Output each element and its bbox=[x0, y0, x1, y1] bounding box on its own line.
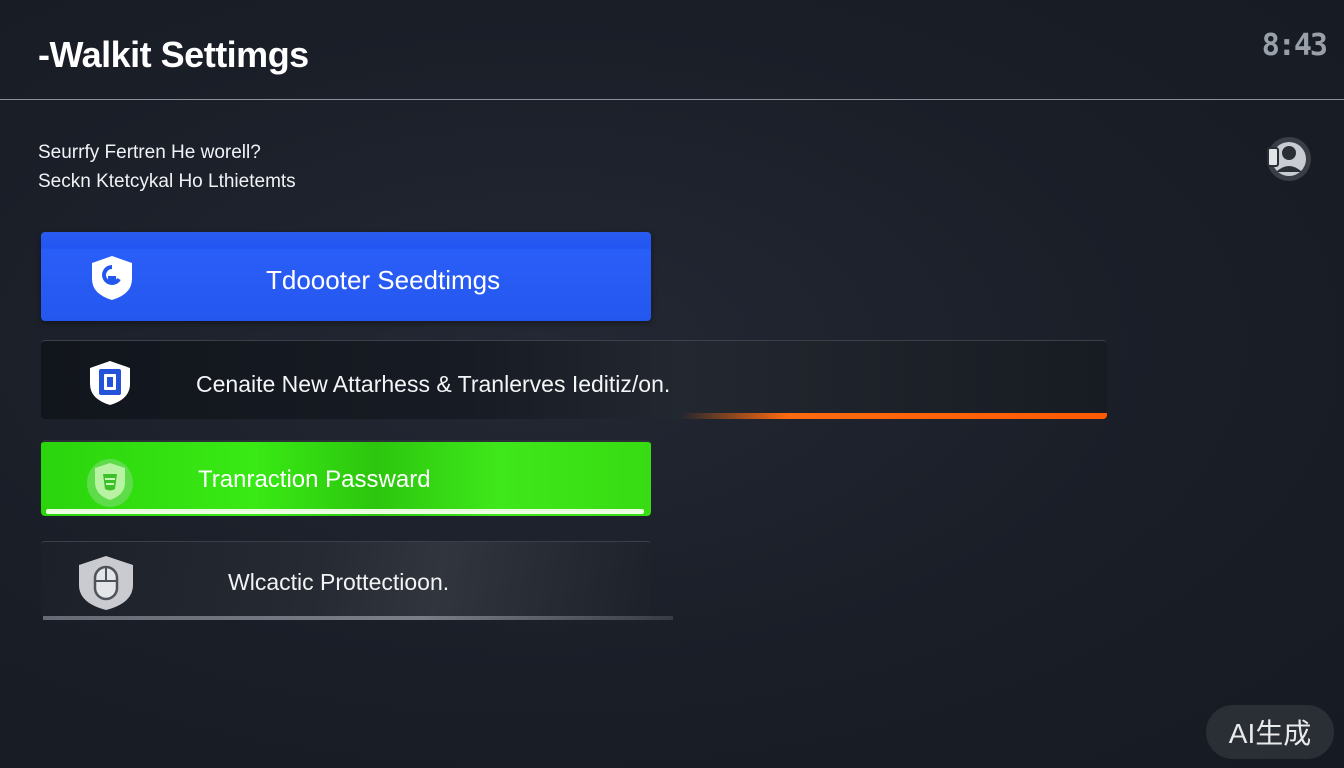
shield-lock-icon bbox=[87, 359, 133, 407]
option-wallet-protection[interactable]: Wlcactic Prottectioon. bbox=[41, 541, 651, 617]
shield-icon bbox=[89, 254, 135, 302]
option-tdoooter-settings[interactable]: Tdoooter Seedtimgs bbox=[41, 232, 651, 321]
page-title: -Walkit Settimgs bbox=[38, 34, 309, 75]
divider bbox=[43, 616, 673, 620]
ai-generated-badge: AI生成 bbox=[1206, 705, 1334, 759]
option-transaction-password[interactable]: Tranraction Passward bbox=[41, 440, 651, 516]
option-create-new-address[interactable]: Cenaite New Attarhess & Tranlerves Iedit… bbox=[41, 340, 1107, 419]
accent-underline bbox=[46, 509, 644, 514]
green-shield-icon bbox=[85, 455, 135, 509]
header: -Walkit Settimgs 8:43 bbox=[0, 0, 1344, 100]
option-label: Cenaite New Attarhess & Tranlerves Iedit… bbox=[196, 371, 671, 397]
subtitle: Seurrfy Fertren He worell? Seckn Ktetcyk… bbox=[38, 138, 296, 196]
subtitle-line-2: Seckn Ktetcykal Ho Lthietemts bbox=[38, 171, 296, 192]
clock-readout: 8:43 bbox=[1261, 28, 1328, 63]
accent-underline bbox=[681, 413, 1107, 419]
wallet-settings-screen: -Walkit Settimgs 8:43 Seurrfy Fertren He… bbox=[0, 0, 1344, 768]
option-label: Tranraction Passward bbox=[198, 466, 431, 493]
subtitle-line-1: Seurrfy Fertren He worell? bbox=[38, 142, 261, 163]
profile-button[interactable] bbox=[1262, 134, 1316, 184]
option-label: Wlcactic Prottectioon. bbox=[228, 569, 450, 595]
option-label: Tdoooter Seedtimgs bbox=[266, 265, 501, 295]
profile-icon bbox=[1267, 137, 1311, 181]
mouse-shield-icon bbox=[76, 555, 136, 611]
